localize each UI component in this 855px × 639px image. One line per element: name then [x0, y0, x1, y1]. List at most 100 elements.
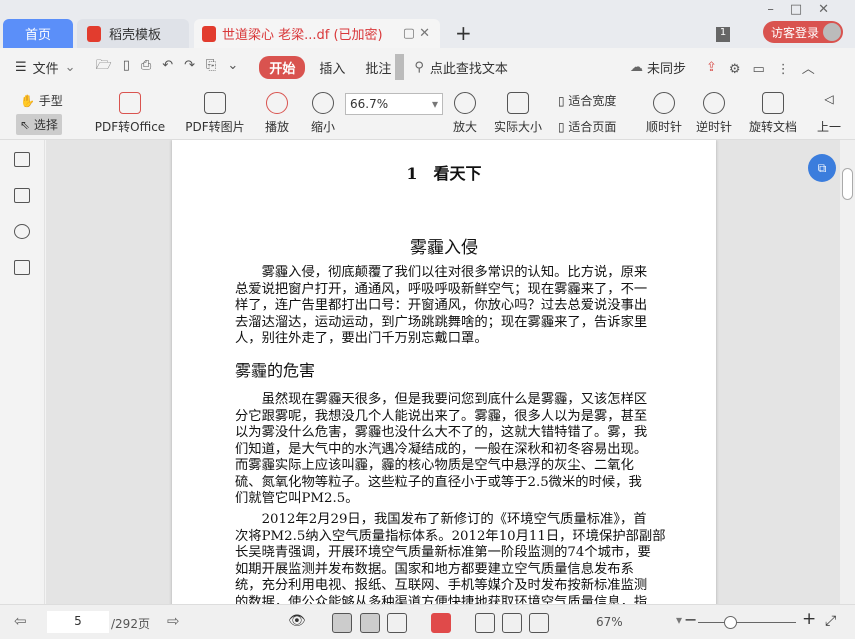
label: 适合宽度 [568, 94, 617, 108]
fit-page-button[interactable]: ▯ 适合页面 [558, 118, 616, 135]
text-line: 的数据，使公众能够从多种渠道方便快捷地获取环境空气质量信息，指 [235, 594, 648, 605]
page-number-input[interactable]: 5 [47, 611, 109, 633]
window-count-badge[interactable]: 1 [716, 27, 730, 42]
eye-icon[interactable]: 👁 [288, 613, 306, 629]
menu-icon[interactable]: ☰ [15, 60, 27, 75]
label: 上一 [816, 120, 841, 134]
label: 实际大小 [493, 120, 542, 134]
sync-status[interactable]: 未同步 [647, 58, 686, 77]
zoom-in-button[interactable]: 放大 [450, 92, 480, 135]
close-tab-icon[interactable]: ▢ ✕ [403, 26, 430, 41]
select-label: 选择 [33, 118, 58, 132]
thumbnail-icon[interactable] [14, 188, 30, 203]
tab-home[interactable]: 首页 [3, 19, 73, 48]
hand-tool[interactable]: ✋ 手型 [20, 92, 63, 109]
tab-template-label: 稻壳模板 [109, 28, 162, 43]
text-line: 虽然现在雾霾天很多，但是我要问您到底什么是雾霾，又该怎样区 [235, 392, 648, 407]
tab-start[interactable]: 开始 [259, 55, 306, 79]
status-bar: ⇦ 5 /292页 ⇨ 👁 67% ▾ − + ⤢ [0, 604, 855, 639]
tab-document[interactable]: 世道梁心 老梁...df (已加密) ▢ ✕ [194, 19, 440, 48]
scroll-thumb[interactable] [842, 168, 853, 200]
vertical-scrollbar[interactable] [840, 140, 855, 604]
search-icon: ⚲ [414, 59, 424, 75]
window-controls[interactable]: –□✕ [767, 2, 845, 17]
chevron-down-icon[interactable]: ⌄ [65, 60, 76, 75]
login-label: 访客登录 [771, 26, 820, 40]
play-button[interactable]: 播放 [262, 92, 292, 135]
text-line: 如期开展监测并发布数据。国家和地方都要建立空气质量信息发布系 [235, 561, 634, 577]
fullscreen-icon[interactable]: ⤢ [825, 613, 836, 629]
text-line: 而雾霾实际上应该叫霾，霾的核心物质是空气中悬浮的灰尘、二氧化 [235, 458, 634, 473]
document-viewer[interactable]: 1 看天下 雾霾入侵 雾霾入侵，彻底颠覆了我们以往对很多常识的认知。比方说，原来… [46, 140, 840, 604]
floating-tool-icon[interactable]: ⧉ [808, 154, 836, 182]
play-icon[interactable] [431, 613, 451, 633]
section-heading: 雾霾的危害 [235, 361, 316, 380]
previous-button[interactable]: ◁ 上一 [816, 92, 842, 135]
text-line: 人，别往外走了，要出门千万别忘戴口罩。 [235, 331, 488, 346]
file-menu[interactable]: 文件 [33, 58, 59, 77]
fit-width-button[interactable]: ▯ 适合宽度 [558, 92, 616, 109]
toolbar: ☰ 文件 ⌄ 🗁▯⎙↶↷⎘⌄ 开始 插入 批注 ⚲ 点此查找文本 ☁ 未同步 ⇪… [0, 48, 855, 86]
text-line: 样了，连广告里都打出口号：开窗通风，你放心吗？过去总爱说没事出 [235, 298, 648, 313]
text-line: 总爱说把窗户打开，通通风，呼吸呼吸新鲜空气；现在雾霾来了，不一 [235, 281, 648, 297]
single-page-icon[interactable] [360, 613, 380, 633]
tab-annotate[interactable]: 批注 [365, 58, 391, 77]
label: PDF转Office [94, 120, 166, 134]
text-line: 们就管它叫PM2.5。 [235, 491, 359, 506]
text-line: 去溜达溜达，运动运动，到广场跳跳舞啥的；现在雾霾来了，告诉家里 [235, 314, 648, 330]
settings-icons[interactable]: ⚙▭⋮︿ [729, 58, 827, 77]
text-line: 2012年2月29日，我国发布了新修订的《环境空气质量标准》，首 [235, 512, 647, 527]
two-page-icon[interactable] [387, 613, 407, 633]
zoom-out-button[interactable]: 缩小 [308, 92, 338, 135]
text-line: 统，充分利用电视、报纸、互联网、手机等媒介及时发布按新标准监测 [235, 578, 648, 593]
rotate-document-button[interactable]: 旋转文档 [746, 92, 800, 135]
tab-document-label: 世道梁心 老梁...df (已加密) [222, 28, 383, 43]
text-line: 以为雾没什么危害，雾霾也没什么大不了的，这就大错特错了。雾，我 [235, 425, 648, 440]
label: 旋转文档 [748, 120, 797, 134]
zoom-slider[interactable] [698, 622, 796, 623]
signature-icon[interactable] [14, 260, 30, 275]
hand-label: 手型 [38, 94, 63, 108]
pdf-icon [202, 25, 216, 42]
label: 放大 [452, 120, 477, 134]
docer-logo-icon [87, 25, 101, 42]
pdf-to-office-button[interactable]: PDF转Office [90, 92, 170, 135]
pdf-page: 1 看天下 雾霾入侵 雾霾入侵，彻底颠覆了我们以往对很多常识的认知。比方说，原来… [172, 140, 716, 604]
ribbon-scroll-right[interactable] [395, 54, 405, 80]
tab-insert[interactable]: 插入 [319, 58, 345, 77]
tab-template[interactable]: 稻壳模板 [77, 19, 189, 48]
label: 播放 [264, 120, 289, 134]
rotate-ccw-button[interactable]: 逆时针 [694, 92, 734, 135]
quick-access-icons[interactable]: 🗁▯⎙↶↷⎘⌄ [96, 56, 250, 78]
zoom-dropdown-icon[interactable]: ▾ [676, 613, 682, 627]
pdf-to-image-button[interactable]: PDF转图片 [184, 92, 246, 135]
search-input[interactable]: 点此查找文本 [430, 58, 508, 77]
prev-page-icon[interactable]: ⇦ [14, 612, 27, 630]
left-sidebar [0, 140, 45, 604]
label: 适合页面 [568, 120, 617, 134]
label: 缩小 [310, 120, 335, 134]
zoom-level: 67% [596, 615, 623, 629]
zoom-in-icon[interactable]: + [802, 609, 816, 629]
actual-size-button[interactable]: 实际大小 [490, 92, 546, 135]
actual-size-icon[interactable] [475, 613, 495, 633]
outline-icon[interactable] [14, 152, 30, 167]
zoom-select[interactable]: 66.7% ▾ [345, 93, 443, 115]
select-tool[interactable]: ⇖ 选择 [16, 114, 62, 135]
cloud-icon: ☁ [629, 59, 643, 75]
section-title: 雾霾入侵 [410, 238, 478, 258]
new-tab-button[interactable]: + [455, 21, 472, 45]
continuous-view-icon[interactable] [332, 613, 352, 633]
avatar [823, 23, 841, 41]
next-page-icon[interactable]: ⇨ [167, 612, 180, 630]
fit-width-icon[interactable] [529, 613, 549, 633]
dropdown-icon: ▾ [431, 97, 438, 111]
tab-home-label: 首页 [24, 28, 51, 43]
zoom-out-icon[interactable]: − [684, 610, 697, 629]
share-icon[interactable]: ⇪ [706, 60, 717, 75]
fit-page-icon[interactable] [502, 613, 522, 633]
rotate-cw-button[interactable]: 顺时针 [644, 92, 684, 135]
login-button[interactable]: 访客登录 [763, 21, 843, 43]
zoom-slider-handle[interactable] [724, 616, 737, 629]
annotation-icon[interactable] [14, 224, 30, 239]
